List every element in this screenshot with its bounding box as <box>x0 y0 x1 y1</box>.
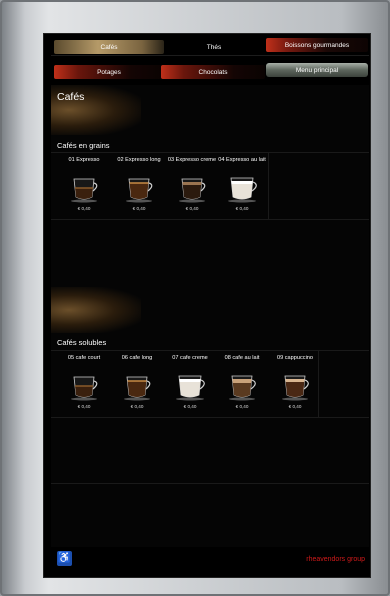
solubles-title: Cafés solubles <box>57 338 107 347</box>
product-price: € 0,40 <box>185 206 199 211</box>
product-label: 09 cappuccino <box>276 355 314 361</box>
product-label: 07 cafe creme <box>172 355 208 361</box>
product-price: € 0,40 <box>130 404 144 409</box>
milk-coffee-cup-icon <box>176 375 205 401</box>
product-cappuccino[interactable]: 09 cappuccino € 0,40 <box>269 355 321 409</box>
solubles-section: Cafés solubles <box>51 287 369 557</box>
product-expresso-long[interactable]: 02 Expresso long € 0,40 <box>113 157 165 211</box>
tab-cafes[interactable]: Cafés <box>54 40 164 54</box>
tab-thes-label: Thés <box>206 43 222 51</box>
product-label: 08 cafe au lait <box>224 355 260 361</box>
product-label: 02 Expresso long <box>117 157 161 163</box>
product-price: € 0,40 <box>235 404 249 409</box>
touch-screen: Cafés Thés Boissons gourmandes Potages C… <box>43 33 371 578</box>
product-label: 06 cafe long <box>121 355 153 361</box>
product-expresso[interactable]: 01 Expresso € 0,40 <box>58 157 110 211</box>
product-price: € 0,40 <box>183 404 197 409</box>
espresso-cup-icon <box>71 376 98 401</box>
grains-title: Cafés en grains <box>57 141 110 150</box>
tab-boissons-label: Boissons gourmandes <box>284 41 350 49</box>
machine-bezel: Cafés Thés Boissons gourmandes Potages C… <box>0 0 390 596</box>
tab-cafes-label: Cafés <box>100 43 118 51</box>
product-cafe-au-lait[interactable]: 08 cafe au lait € 0,40 <box>216 355 268 409</box>
tab-chocolats-label: Chocolats <box>198 68 228 76</box>
product-price: € 0,40 <box>132 206 146 211</box>
grid-line <box>51 350 369 351</box>
tab-divider <box>51 55 369 56</box>
tab-potages[interactable]: Potages <box>54 65 164 79</box>
main-menu-button[interactable]: Menu principal <box>266 63 368 77</box>
product-label: 04 Expresso au lait <box>218 157 266 163</box>
product-price: € 0,40 <box>235 206 249 211</box>
solubles-glow <box>51 287 141 333</box>
grid-vline <box>268 152 269 219</box>
grid-line <box>51 417 369 418</box>
product-expresso-creme[interactable]: 03 Expresso creme € 0,40 <box>166 157 218 211</box>
product-cafe-court[interactable]: 05 cafe court € 0,40 <box>58 355 110 409</box>
wheelchair-icon[interactable]: ♿ <box>57 551 72 566</box>
grid-line <box>51 483 369 484</box>
product-cafe-long[interactable]: 06 cafe long € 0,40 <box>111 355 163 409</box>
main-menu-label: Menu principal <box>295 66 339 74</box>
tab-thes[interactable]: Thés <box>164 40 264 54</box>
espresso-cup-icon <box>71 178 98 203</box>
cappuccino-cup-icon <box>282 375 309 401</box>
long-coffee-cup-icon <box>124 376 151 401</box>
grid-line <box>51 152 369 153</box>
brand-label: rheavendors group <box>306 556 365 563</box>
product-cafe-creme[interactable]: 07 cafe creme € 0,40 <box>164 355 216 409</box>
tab-potages-label: Potages <box>97 68 121 76</box>
grid-line <box>51 219 369 220</box>
product-label: 03 Expresso creme <box>167 157 217 163</box>
cafe-au-lait-cup-icon <box>229 375 256 401</box>
footer-bar: ♿ rheavendors group <box>51 547 369 573</box>
product-price: € 0,40 <box>77 206 91 211</box>
creme-cup-icon <box>179 178 206 203</box>
product-price: € 0,40 <box>77 404 91 409</box>
product-expresso-au-lait[interactable]: 04 Expresso au lait € 0,40 <box>216 157 268 211</box>
product-label: 01 Expresso <box>68 157 100 163</box>
tab-boissons-gourmandes[interactable]: Boissons gourmandes <box>266 38 368 52</box>
page-title: Cafés <box>57 91 85 103</box>
product-label: 05 cafe court <box>67 355 101 361</box>
milk-coffee-cup-icon <box>228 177 257 203</box>
tab-chocolats[interactable]: Chocolats <box>161 65 265 79</box>
product-price: € 0,40 <box>288 404 302 409</box>
long-coffee-cup-icon <box>126 178 153 203</box>
